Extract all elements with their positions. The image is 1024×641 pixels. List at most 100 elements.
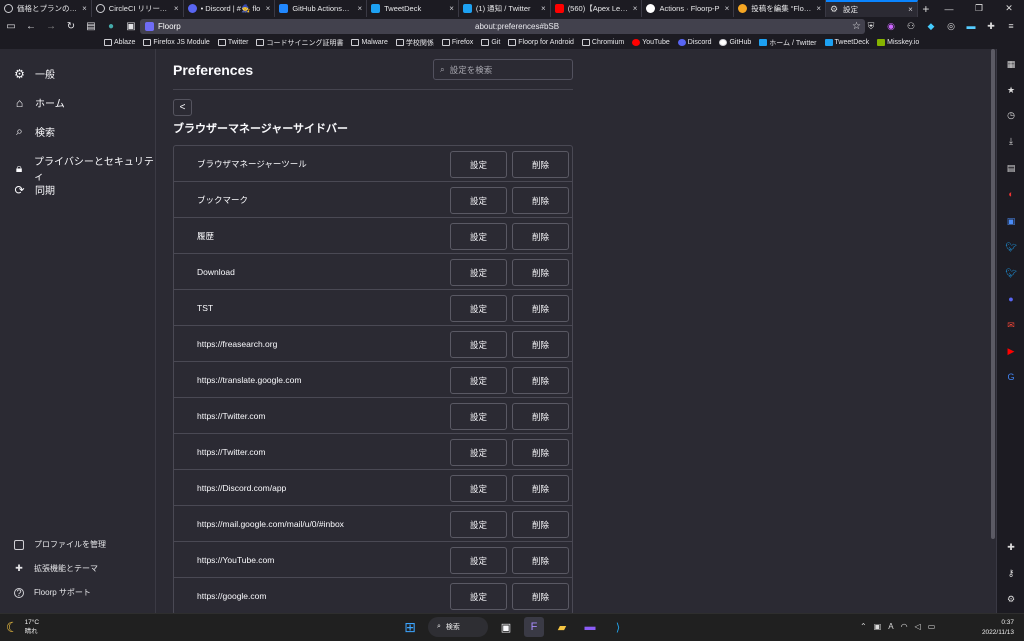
bookmark-star-icon[interactable]: ☆ <box>852 21 861 32</box>
close-icon[interactable]: × <box>82 4 87 13</box>
delete-button[interactable]: 削除 <box>512 151 569 178</box>
addons-link[interactable]: ✚ 拡張機能とテーマ <box>14 563 98 574</box>
wifi-icon[interactable]: ◠ <box>901 622 908 631</box>
tab[interactable]: 投稿を編集 “Floorp × <box>734 0 827 17</box>
close-icon[interactable]: × <box>816 4 821 13</box>
bookmark-item[interactable]: Ablaze <box>104 39 135 46</box>
close-window-icon[interactable]: ✕ <box>994 0 1024 17</box>
close-icon[interactable]: × <box>633 4 638 13</box>
sidebar-toggle-icon[interactable]: ▭ <box>4 20 18 34</box>
settings-button[interactable]: 設定 <box>450 223 507 250</box>
tab[interactable]: (560)【Apex Legen × <box>551 0 643 17</box>
app-icon[interactable]: ▬ <box>580 617 600 637</box>
extension-icon[interactable]: ◎ <box>944 19 958 33</box>
delete-button[interactable]: 削除 <box>512 223 569 250</box>
settings-button[interactable]: 設定 <box>450 331 507 358</box>
start-icon[interactable]: ⊞ <box>400 617 420 637</box>
menu-icon[interactable]: ≡ <box>1004 19 1018 33</box>
bookmark-item[interactable]: GitHub <box>719 39 751 46</box>
close-icon[interactable]: × <box>266 4 271 13</box>
bookmark-item[interactable]: Misskey.io <box>877 39 919 46</box>
clock[interactable]: 0:37 2022/11/13 <box>982 618 1014 638</box>
settings-button[interactable]: 設定 <box>450 259 507 286</box>
close-icon[interactable]: × <box>725 4 730 13</box>
delete-button[interactable]: 削除 <box>512 259 569 286</box>
maximize-icon[interactable]: ❐ <box>964 0 994 17</box>
floorp-icon[interactable]: F <box>524 617 544 637</box>
addons-icon[interactable]: ✚ <box>1004 540 1018 554</box>
bookmark-item[interactable]: Discord <box>677 39 711 46</box>
settings-button[interactable]: 設定 <box>450 439 507 466</box>
taskbar-search[interactable]: ⌕ 検索 <box>428 617 488 637</box>
tab[interactable]: • Discord | #🧙 flo × <box>184 0 276 17</box>
bookmark-item[interactable]: Chromium <box>581 39 624 46</box>
category-search[interactable]: ⌕ 検索 <box>12 124 55 139</box>
tab[interactable]: (1) 通知 / Twitter × <box>459 0 551 17</box>
url-bar[interactable]: Floorp about:preferences#bSB ☆ <box>140 19 865 34</box>
close-icon[interactable]: × <box>449 4 454 13</box>
delete-button[interactable]: 削除 <box>512 367 569 394</box>
settings-button[interactable]: 設定 <box>450 547 507 574</box>
delete-button[interactable]: 削除 <box>512 187 569 214</box>
extensions-puzzle-icon[interactable]: ✚ <box>984 19 998 33</box>
bookmark-item[interactable]: 学校関係 <box>395 38 434 48</box>
twitter-icon[interactable]: 🐦︎ <box>1004 240 1018 254</box>
screenshot-icon[interactable]: ▣ <box>124 20 138 34</box>
workspace-icon[interactable]: ▤ <box>84 20 98 34</box>
settings-button[interactable]: 設定 <box>450 151 507 178</box>
twitter-icon[interactable]: 🐦︎ <box>1004 266 1018 280</box>
discord-icon[interactable]: ● <box>1004 292 1018 306</box>
delete-button[interactable]: 削除 <box>512 331 569 358</box>
extension-icon[interactable]: ⚇ <box>904 19 918 33</box>
translate-icon[interactable]: ▣ <box>1004 214 1018 228</box>
settings-button[interactable]: 設定 <box>450 583 507 610</box>
bookmark-item[interactable]: コードサイニング証明書 <box>256 38 343 48</box>
volume-icon[interactable]: ◁ <box>915 622 921 631</box>
category-sync[interactable]: ⟳ 同期 <box>12 182 55 198</box>
bookmark-item[interactable]: Malware <box>351 39 388 46</box>
reload-icon[interactable]: ↻ <box>64 20 78 34</box>
identity-box[interactable]: Floorp <box>145 22 181 31</box>
bookmark-item[interactable]: Firefox JS Module <box>143 39 210 46</box>
settings-button[interactable]: 設定 <box>450 475 507 502</box>
scrollbar[interactable] <box>991 49 995 539</box>
settings-button[interactable]: 設定 <box>450 295 507 322</box>
gear-icon[interactable]: ⚙ <box>1004 592 1018 606</box>
bookmark-item[interactable]: Firefox <box>441 39 473 46</box>
extension-icon[interactable]: ● <box>104 20 118 34</box>
passwords-key-icon[interactable]: ⚷ <box>1004 566 1018 580</box>
bookmark-item[interactable]: TweetDeck <box>824 39 869 46</box>
close-icon[interactable]: × <box>357 4 362 13</box>
weather-widget[interactable]: ☾ 17°C 晴れ <box>6 618 39 636</box>
tab[interactable]: TweetDeck × <box>367 0 459 17</box>
bookmark-item[interactable]: Twitter <box>217 39 248 46</box>
tab[interactable]: 価格とプランの情報 -× <box>0 0 92 17</box>
chevron-up-icon[interactable]: ⌃ <box>860 622 867 631</box>
bookmark-item[interactable]: ホーム / Twitter <box>759 38 817 48</box>
category-general[interactable]: ⚙ 一般 <box>12 66 55 82</box>
extension-icon[interactable]: ◆ <box>924 19 938 33</box>
youtube-icon[interactable]: ▶ <box>1004 344 1018 358</box>
bookmark-item[interactable]: Floorp for Android <box>508 39 574 46</box>
shield-icon[interactable]: ⛨ <box>864 19 878 33</box>
settings-button[interactable]: 設定 <box>450 367 507 394</box>
support-link[interactable]: ? Floorp サポート <box>14 587 91 598</box>
back-icon[interactable]: ← <box>24 20 38 34</box>
tray-app-icon[interactable]: ▣ <box>874 622 882 631</box>
gmail-icon[interactable]: ✉ <box>1004 318 1018 332</box>
download-icon[interactable]: ⤓ <box>1004 134 1018 148</box>
category-privacy[interactable]: 🔒︎ プライバシーとセキュリティ <box>12 153 155 183</box>
settings-button[interactable]: 設定 <box>450 403 507 430</box>
delete-button[interactable]: 削除 <box>512 583 569 610</box>
close-icon[interactable]: × <box>541 4 546 13</box>
category-home[interactable]: ⌂ ホーム <box>12 95 65 111</box>
google-icon[interactable]: G <box>1004 370 1018 384</box>
url-address[interactable]: about:preferences#bSB <box>475 22 559 31</box>
delete-button[interactable]: 削除 <box>512 295 569 322</box>
ime-indicator[interactable]: A <box>888 622 893 631</box>
settings-button[interactable]: 設定 <box>450 511 507 538</box>
close-icon[interactable]: × <box>908 5 913 14</box>
tab[interactable]: CircleCI リリース ジ × <box>92 0 184 17</box>
forward-icon[interactable]: → <box>44 20 58 34</box>
battery-icon[interactable]: ▭ <box>928 622 936 631</box>
